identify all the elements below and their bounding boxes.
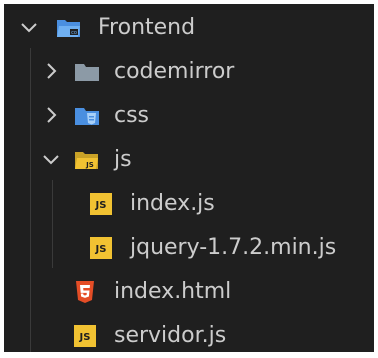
tree-item-index-html[interactable]: index.html	[4, 270, 374, 314]
folder-icon	[75, 64, 99, 81]
tree-item-servidor-js[interactable]: JS servidor.js	[4, 314, 374, 358]
tree-root-frontend[interactable]: co Frontend	[4, 6, 374, 50]
html5-file-icon	[76, 281, 94, 303]
js-folder-open-icon: JS	[75, 152, 98, 169]
tree-item-css[interactable]: css	[4, 94, 374, 138]
js-file-icon: JS	[90, 193, 112, 215]
chevron-down-icon	[43, 155, 59, 165]
tree-label: Frontend	[98, 15, 196, 40]
js-file-icon: JS	[90, 237, 112, 259]
svg-text:JS: JS	[85, 161, 94, 169]
tree-label: codemirror	[114, 59, 235, 84]
css-folder-icon	[75, 108, 99, 125]
file-explorer-tree: co Frontend codemirror css JS js JS inde…	[4, 4, 374, 352]
tree-label: css	[114, 103, 150, 128]
chevron-right-icon	[47, 63, 57, 79]
tree-label: js	[114, 147, 132, 172]
tree-item-js[interactable]: JS js	[4, 138, 374, 182]
tree-label: index.html	[114, 279, 232, 304]
chevron-right-icon	[47, 107, 57, 123]
tree-item-codemirror[interactable]: codemirror	[4, 50, 374, 94]
folder-open-icon: co	[57, 20, 80, 37]
tree-item-index-js[interactable]: JS index.js	[4, 182, 374, 226]
tree-label: servidor.js	[114, 323, 227, 348]
svg-text:co: co	[71, 30, 77, 36]
chevron-down-icon	[21, 23, 37, 33]
tree-label: index.js	[130, 191, 215, 216]
js-file-icon: JS	[74, 325, 96, 347]
tree-label: jquery-1.7.2.min.js	[130, 235, 337, 260]
tree-item-jquery-js[interactable]: JS jquery-1.7.2.min.js	[4, 226, 374, 270]
